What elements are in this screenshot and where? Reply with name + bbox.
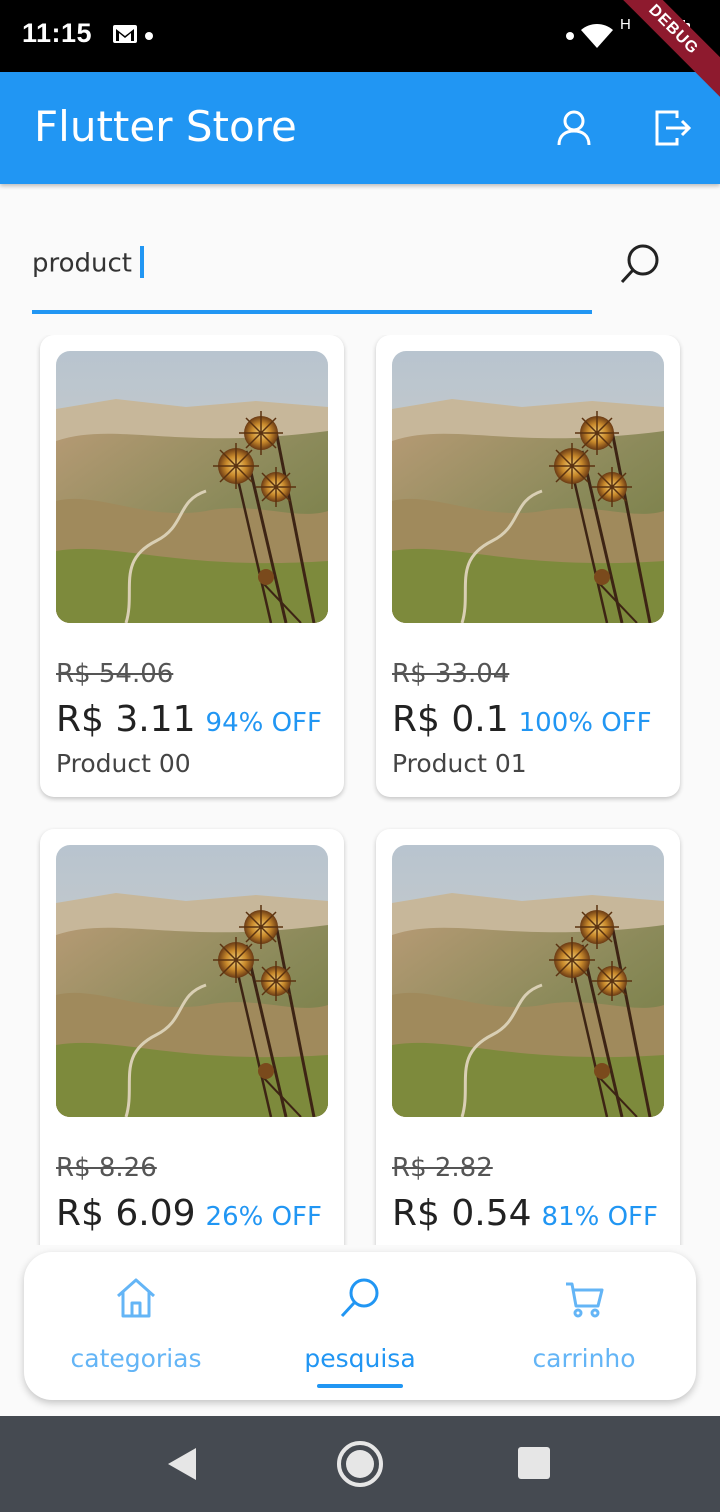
bottom-navigation: categorias pesquisa carrinho	[24, 1252, 696, 1400]
product-image	[56, 845, 328, 1117]
product-card[interactable]: R$ 2.82 R$ 0.54 81% OFF	[376, 829, 680, 1245]
product-card[interactable]: R$ 8.26 R$ 6.09 26% OFF	[40, 829, 344, 1245]
text-cursor	[140, 246, 145, 278]
gmail-icon	[113, 25, 137, 43]
selected-indicator	[317, 1384, 403, 1388]
app-title: Flutter Store	[34, 102, 297, 151]
price: R$ 0.1	[392, 699, 509, 740]
old-price: R$ 33.04	[392, 659, 510, 689]
old-price: R$ 54.06	[56, 659, 174, 689]
product-card[interactable]: R$ 54.06 R$ 3.11 94% OFF Product 00	[40, 335, 344, 797]
nav-label: pesquisa	[304, 1344, 416, 1373]
wifi-icon	[581, 24, 613, 48]
discount-label: 81% OFF	[541, 1202, 658, 1232]
notification-dot-icon	[145, 32, 153, 40]
cart-icon	[566, 1282, 604, 1318]
product-grid: R$ 54.06 R$ 3.11 94% OFF Product 00 R$ 33…	[0, 335, 720, 1245]
status-time: 11:15	[22, 18, 93, 48]
status-bar: 11:15 H	[0, 0, 720, 72]
product-name: Product 00	[56, 749, 191, 778]
nav-label: categorias	[70, 1344, 202, 1373]
product-image	[392, 351, 664, 623]
search-underline	[32, 310, 592, 314]
product-name: Product 01	[392, 749, 527, 778]
nav-label: carrinho	[532, 1344, 636, 1373]
old-price: R$ 8.26	[56, 1153, 157, 1183]
app-bar: Flutter Store	[0, 72, 720, 184]
discount-label: 94% OFF	[205, 708, 322, 738]
search-input-value[interactable]: product	[32, 249, 132, 279]
discount-label: 26% OFF	[205, 1202, 322, 1232]
price: R$ 3.11	[56, 699, 196, 740]
nav-item-categorias[interactable]: categorias	[24, 1252, 248, 1400]
old-price: R$ 2.82	[392, 1153, 493, 1183]
home-button-icon[interactable]	[336, 1440, 384, 1488]
network-type-label: H	[620, 16, 631, 33]
logout-icon[interactable]	[652, 108, 692, 148]
nav-item-pesquisa[interactable]: pesquisa	[248, 1252, 472, 1400]
product-image	[56, 351, 328, 623]
recent-apps-icon[interactable]	[518, 1447, 550, 1479]
system-navigation-bar	[0, 1416, 720, 1512]
product-card[interactable]: R$ 33.04 R$ 0.1 100% OFF Product 01	[376, 335, 680, 797]
price: R$ 0.54	[392, 1193, 532, 1234]
search-icon	[340, 1278, 379, 1318]
notification-dot-icon	[566, 32, 574, 40]
back-icon[interactable]	[166, 1446, 198, 1482]
discount-label: 100% OFF	[518, 708, 652, 738]
nav-item-carrinho[interactable]: carrinho	[472, 1252, 696, 1400]
search-icon[interactable]	[616, 240, 664, 288]
account-icon[interactable]	[554, 108, 594, 148]
price: R$ 6.09	[56, 1193, 196, 1234]
home-icon	[117, 1278, 155, 1318]
search-field[interactable]: product	[32, 232, 592, 314]
product-image	[392, 845, 664, 1117]
